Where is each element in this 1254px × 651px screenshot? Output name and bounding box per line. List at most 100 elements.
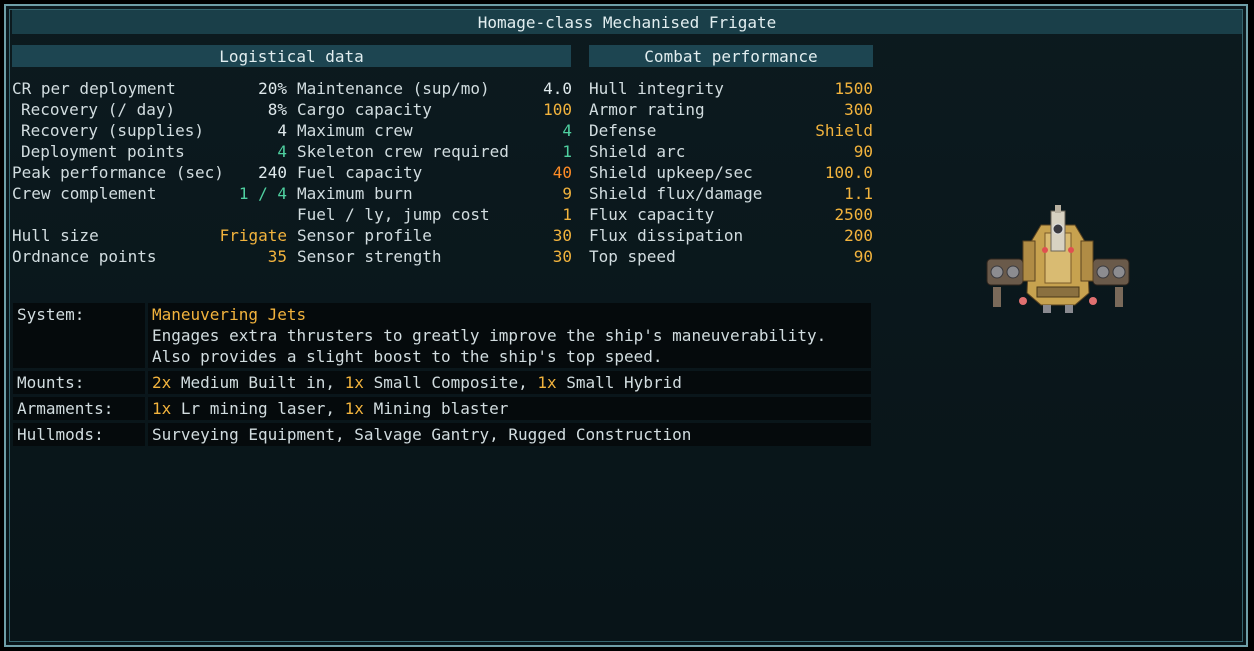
item-count: 2x <box>152 373 172 392</box>
stat-label: Recovery (supplies) <box>21 121 205 140</box>
item-name: Small Composite <box>373 373 519 392</box>
stat-label: Hull integrity <box>589 79 724 98</box>
stat-value: 8% <box>267 100 287 119</box>
stat-label: Sensor profile <box>297 226 432 245</box>
combat-header: Combat performance <box>589 45 873 67</box>
stat-label: Hull size <box>12 226 99 245</box>
armaments-value: 1x Lr mining laser, 1x Mining blaster <box>148 397 871 420</box>
stat-value: 4 <box>277 142 287 161</box>
stat-label: Flux capacity <box>589 205 715 224</box>
combat-row: Shield flux/damage 1.1 <box>589 183 873 204</box>
stat-value: 100 <box>543 100 572 119</box>
stat-value: 9 <box>562 184 572 203</box>
stat-value: 2500 <box>834 205 873 224</box>
ship-details: System: Maneuvering Jets Engages extra t… <box>13 303 871 449</box>
stat-value: Frigate <box>219 226 287 245</box>
logistical-row: Skeleton crew required 1 <box>297 141 572 162</box>
combat-row: Shield arc 90 <box>589 141 873 162</box>
stat-label: Maximum burn <box>297 184 413 203</box>
logistical-row: CR per deployment 20% <box>12 78 287 99</box>
system-name: Maneuvering Jets <box>152 305 307 324</box>
stat-value: 200 <box>844 226 873 245</box>
combat-row: Flux dissipation 200 <box>589 225 873 246</box>
logistical-col2: Maintenance (sup/mo) 4.0 Cargo capacity 100… <box>297 78 572 267</box>
logistical-row: Fuel capacity 40 <box>297 162 572 183</box>
stat-value: 1500 <box>834 79 873 98</box>
armaments-row: Armaments: 1x Lr mining laser, 1x Mining… <box>13 397 871 420</box>
stat-value: 40 <box>552 163 572 182</box>
logistical-row: Cargo capacity 100 <box>297 99 572 120</box>
logistical-row: Sensor strength 30 <box>297 246 572 267</box>
stat-value: 1 <box>562 142 572 161</box>
system-key: System: <box>13 303 145 368</box>
combat-row: Shield upkeep/sec 100.0 <box>589 162 873 183</box>
item-name: Lr mining laser <box>180 399 326 418</box>
system-row: System: Maneuvering Jets Engages extra t… <box>13 303 871 368</box>
combat-row: Defense Shield <box>589 120 873 141</box>
stat-value: 20% <box>258 79 287 98</box>
stat-label: Shield upkeep/sec <box>589 163 753 182</box>
hullmods-value: Surveying Equipment, Salvage Gantry, Rug… <box>148 423 871 446</box>
logistical-header: Logistical data <box>12 45 571 67</box>
window-title: Homage-class Mechanised Frigate <box>12 10 1242 34</box>
stat-value: 30 <box>552 247 572 266</box>
logistical-row: Deployment points 4 <box>12 141 287 162</box>
combat-row: Flux capacity 2500 <box>589 204 873 225</box>
stat-label: Shield flux/damage <box>589 184 763 203</box>
stat-label: Peak performance (sec) <box>12 163 224 182</box>
stat-label: Skeleton crew required <box>297 142 509 161</box>
stat-label: Fuel / ly, jump cost <box>297 205 490 224</box>
logistical-row: Maximum burn 9 <box>297 183 572 204</box>
item-count: 1x <box>344 399 364 418</box>
stat-value: 1 <box>562 205 572 224</box>
stat-label: Sensor strength <box>297 247 442 266</box>
stat-label: Deployment points <box>21 142 185 161</box>
combat-row: Hull integrity 1500 <box>589 78 873 99</box>
stat-label: Maintenance (sup/mo) <box>297 79 490 98</box>
logistical-row: Sensor profile 30 <box>297 225 572 246</box>
ship-sprite-icon <box>986 205 1130 313</box>
logistical-row: Peak performance (sec) 240 <box>12 162 287 183</box>
stat-value: 1 / 4 <box>238 184 287 203</box>
mounts-value: 2x Medium Built in, 1x Small Composite, … <box>148 371 871 394</box>
stat-label: Fuel capacity <box>297 163 423 182</box>
stat-label: Shield arc <box>589 142 686 161</box>
stat-label: Cargo capacity <box>297 100 432 119</box>
stat-label: Top speed <box>589 247 676 266</box>
stat-label: CR per deployment <box>12 79 176 98</box>
armaments-key: Armaments: <box>13 397 145 420</box>
stat-value: 1.1 <box>844 184 873 203</box>
combat-row: Armor rating 300 <box>589 99 873 120</box>
stat-value: 4 <box>562 121 572 140</box>
item-count: 1x <box>537 373 557 392</box>
stat-label: Ordnance points <box>12 247 157 266</box>
stat-label: Armor rating <box>589 100 705 119</box>
stat-label: Flux dissipation <box>589 226 744 245</box>
logistical-row: Maximum crew 4 <box>297 120 572 141</box>
stat-value: 30 <box>552 226 572 245</box>
system-description: Engages extra thrusters to greatly impro… <box>152 326 827 366</box>
stat-value: Shield <box>815 121 873 140</box>
logistical-row: Fuel / ly, jump cost 1 <box>297 204 572 225</box>
item-name: Small Hybrid <box>566 373 682 392</box>
hullmods-row: Hullmods: Surveying Equipment, Salvage G… <box>13 423 871 446</box>
mounts-row: Mounts: 2x Medium Built in, 1x Small Com… <box>13 371 871 394</box>
stat-value: 4 <box>277 121 287 140</box>
logistical-row: Ordnance points 35 <box>12 246 287 267</box>
stat-value: 4.0 <box>543 79 572 98</box>
stat-label: Crew complement <box>12 184 157 203</box>
stat-value: 100.0 <box>824 163 873 182</box>
logistical-row: Maintenance (sup/mo) 4.0 <box>297 78 572 99</box>
logistical-row: Crew complement 1 / 4 <box>12 183 287 204</box>
logistical-row: Recovery (supplies) 4 <box>12 120 287 141</box>
stat-label: Recovery (/ day) <box>21 100 176 119</box>
logistical-row: Hull size Frigate <box>12 225 287 246</box>
stat-value: 35 <box>267 247 287 266</box>
item-name: Mining blaster <box>373 399 509 418</box>
logistical-row <box>12 204 287 225</box>
hullmods-key: Hullmods: <box>13 423 145 446</box>
stat-value: 240 <box>258 163 287 182</box>
combat-row: Top speed 90 <box>589 246 873 267</box>
stat-value: 300 <box>844 100 873 119</box>
item-count: 1x <box>152 399 172 418</box>
